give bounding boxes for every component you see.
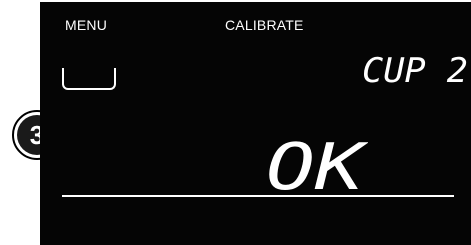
- lcd-display-screen: MENU CALIBRATE CUP 2 OK: [40, 2, 471, 245]
- cup-readout: CUP 2: [362, 51, 468, 90]
- menu-label[interactable]: MENU: [65, 17, 107, 33]
- screen-title: CALIBRATE: [225, 17, 304, 33]
- cup-icon: [62, 68, 116, 90]
- divider-line: [62, 195, 454, 197]
- main-readout: OK: [266, 131, 368, 195]
- cup-readout-text: CUP 2: [362, 51, 468, 90]
- main-readout-text: OK: [266, 131, 368, 195]
